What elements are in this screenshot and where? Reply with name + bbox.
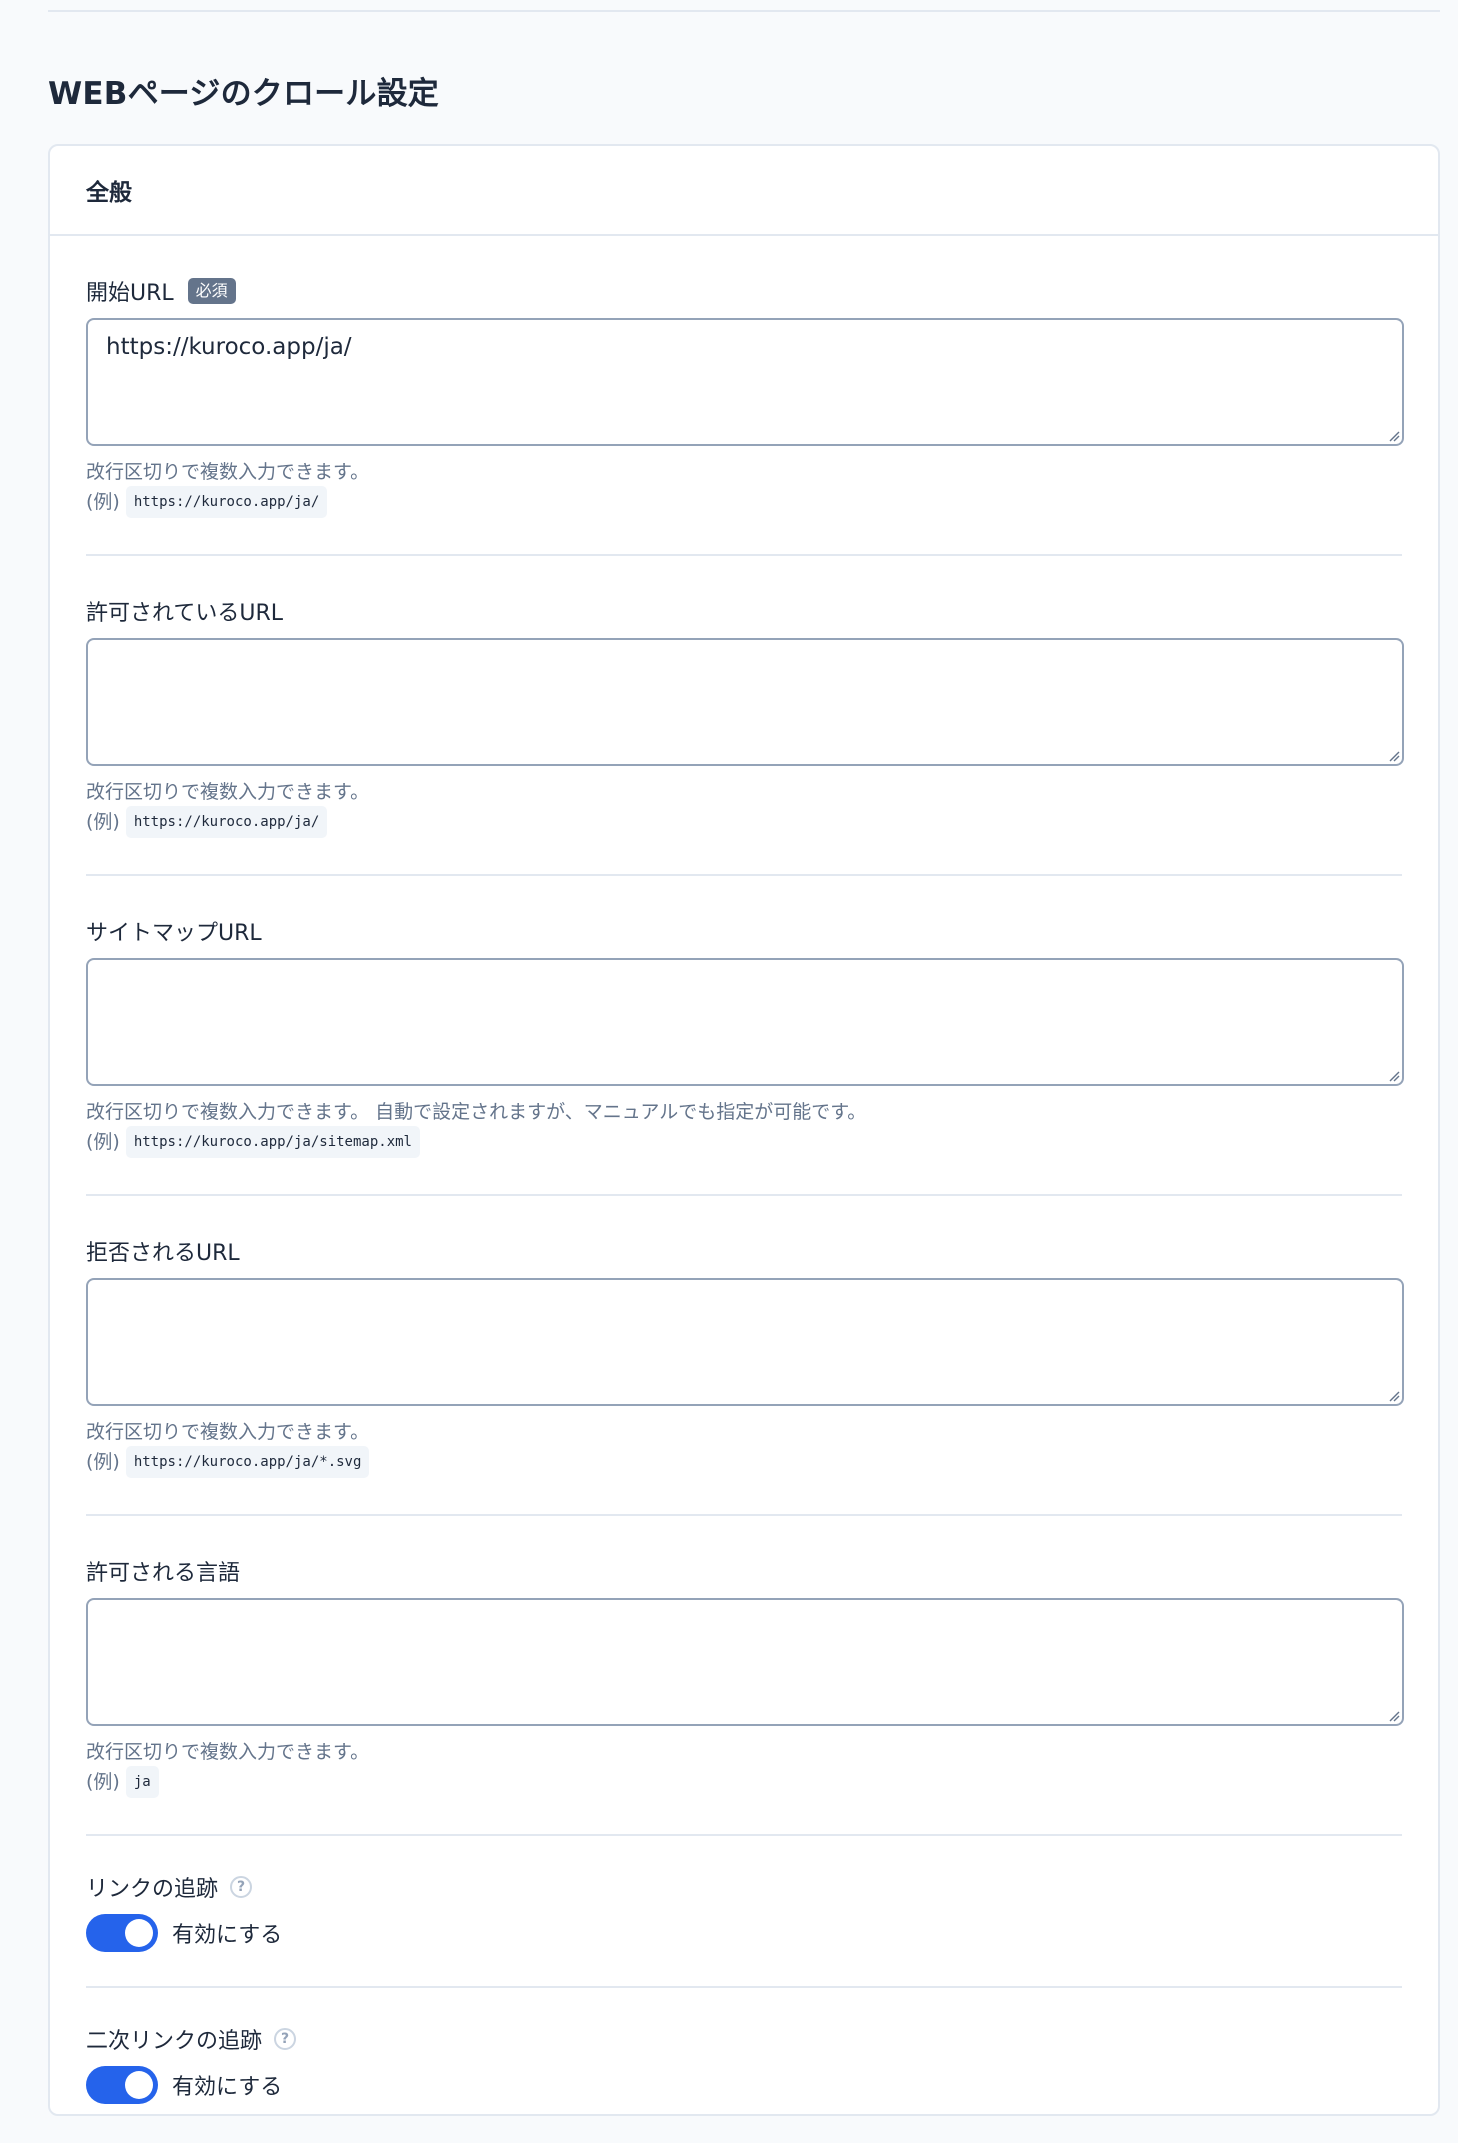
follow-secondary-links-toggle[interactable] — [86, 2066, 158, 2104]
follow-links-label: リンクの追跡 — [86, 1877, 219, 1902]
follow-secondary-links-label: 二次リンクの追跡 — [86, 2029, 263, 2054]
example-code: https://kuroco.app/ja/ — [125, 486, 328, 518]
start-url-field: 開始URL 必須 https://kuroco.app/ja/ 改行区切りで複数… — [86, 236, 1404, 556]
field-label-row: 拒否されるURL — [86, 1236, 1402, 1266]
follow-links-toggle-label: 有効にする — [172, 1923, 283, 1948]
denied-url-textarea[interactable] — [86, 1278, 1404, 1406]
card-header: 全般 — [50, 146, 1438, 236]
allowed-url-textarea[interactable] — [86, 638, 1404, 766]
start-url-label: 開始URL — [86, 281, 174, 306]
follow-links-toggle[interactable] — [86, 1914, 158, 1952]
sitemap-url-hint: 改行区切りで複数入力できます。 自動で設定されますが、マニュアルでも指定が可能で… — [86, 1101, 867, 1123]
resize-handle-icon[interactable] — [1388, 1070, 1400, 1082]
example-code: https://kuroco.app/ja/sitemap.xml — [125, 1126, 420, 1158]
top-divider — [48, 10, 1440, 12]
example-prefix: (例) — [86, 1771, 120, 1793]
example-prefix: (例) — [86, 1131, 120, 1153]
field-label-row: サイトマップURL — [86, 916, 1402, 946]
toggle-knob — [125, 1919, 153, 1947]
help-icon[interactable]: ? — [230, 1876, 253, 1898]
allowed-language-example: (例) ja — [86, 1766, 1402, 1798]
sitemap-url-label: サイトマップURL — [86, 921, 262, 946]
example-prefix: (例) — [86, 491, 120, 513]
follow-secondary-links-field: 二次リンクの追跡 ? 有効にする — [86, 1988, 1402, 2138]
example-code: ja — [125, 1766, 159, 1798]
allowed-language-hint: 改行区切りで複数入力できます。 — [86, 1741, 370, 1763]
allowed-url-field: 許可されているURL 改行区切りで複数入力できます。 (例) https://k… — [86, 556, 1404, 876]
page-title: WEBページのクロール設定 — [48, 76, 439, 112]
example-code: https://kuroco.app/ja/*.svg — [125, 1446, 370, 1478]
sitemap-url-field: サイトマップURL 改行区切りで複数入力できます。 自動で設定されますが、マニュ… — [86, 876, 1404, 1196]
denied-url-example: (例) https://kuroco.app/ja/*.svg — [86, 1446, 1402, 1478]
example-code: https://kuroco.app/ja/ — [125, 806, 328, 838]
sitemap-url-textarea[interactable] — [86, 958, 1404, 1086]
required-badge: 必須 — [187, 278, 236, 304]
textarea-wrap — [86, 1278, 1404, 1406]
field-label-row: リンクの追跡 ? — [86, 1872, 1402, 1902]
card-header-title: 全般 — [86, 180, 132, 206]
help-icon[interactable]: ? — [274, 2028, 297, 2050]
allowed-url-label: 許可されているURL — [86, 601, 283, 626]
start-url-textarea[interactable]: https://kuroco.app/ja/ — [86, 318, 1404, 446]
start-url-example: (例) https://kuroco.app/ja/ — [86, 486, 1402, 518]
textarea-wrap: https://kuroco.app/ja/ — [86, 318, 1404, 446]
textarea-wrap — [86, 638, 1404, 766]
field-label-row: 許可される言語 — [86, 1556, 1402, 1586]
denied-url-label: 拒否されるURL — [86, 1241, 240, 1266]
allowed-language-label: 許可される言語 — [86, 1561, 241, 1586]
denied-url-field: 拒否されるURL 改行区切りで複数入力できます。 (例) https://kur… — [86, 1196, 1404, 1516]
resize-handle-icon[interactable] — [1388, 1390, 1400, 1402]
textarea-wrap — [86, 1598, 1404, 1726]
start-url-hint: 改行区切りで複数入力できます。 — [86, 461, 370, 483]
sitemap-url-example: (例) https://kuroco.app/ja/sitemap.xml — [86, 1126, 1402, 1158]
settings-card: 全般 開始URL 必須 https://kuroco.app/ja/ 改行区切り… — [48, 144, 1440, 2116]
denied-url-hint: 改行区切りで複数入力できます。 — [86, 1421, 370, 1443]
card-body: 開始URL 必須 https://kuroco.app/ja/ 改行区切りで複数… — [50, 236, 1438, 2138]
allowed-url-example: (例) https://kuroco.app/ja/ — [86, 806, 1402, 838]
example-prefix: (例) — [86, 1451, 120, 1473]
allowed-url-hint: 改行区切りで複数入力できます。 — [86, 781, 370, 803]
field-label-row: 二次リンクの追跡 ? — [86, 2024, 1402, 2054]
resize-handle-icon[interactable] — [1388, 1710, 1400, 1722]
resize-handle-icon[interactable] — [1388, 750, 1400, 762]
example-prefix: (例) — [86, 811, 120, 833]
resize-handle-icon[interactable] — [1388, 430, 1400, 442]
follow-secondary-links-toggle-label: 有効にする — [172, 2075, 283, 2100]
follow-links-field: リンクの追跡 ? 有効にする — [86, 1836, 1402, 1988]
field-label-row: 許可されているURL — [86, 596, 1402, 626]
allowed-language-textarea[interactable] — [86, 1598, 1404, 1726]
field-label-row: 開始URL 必須 — [86, 276, 1402, 306]
textarea-wrap — [86, 958, 1404, 1086]
toggle-row: 有効にする — [86, 1914, 1402, 1952]
toggle-row: 有効にする — [86, 2066, 1402, 2104]
allowed-language-field: 許可される言語 改行区切りで複数入力できます。 (例) ja — [86, 1516, 1404, 1836]
toggle-knob — [125, 2071, 153, 2099]
